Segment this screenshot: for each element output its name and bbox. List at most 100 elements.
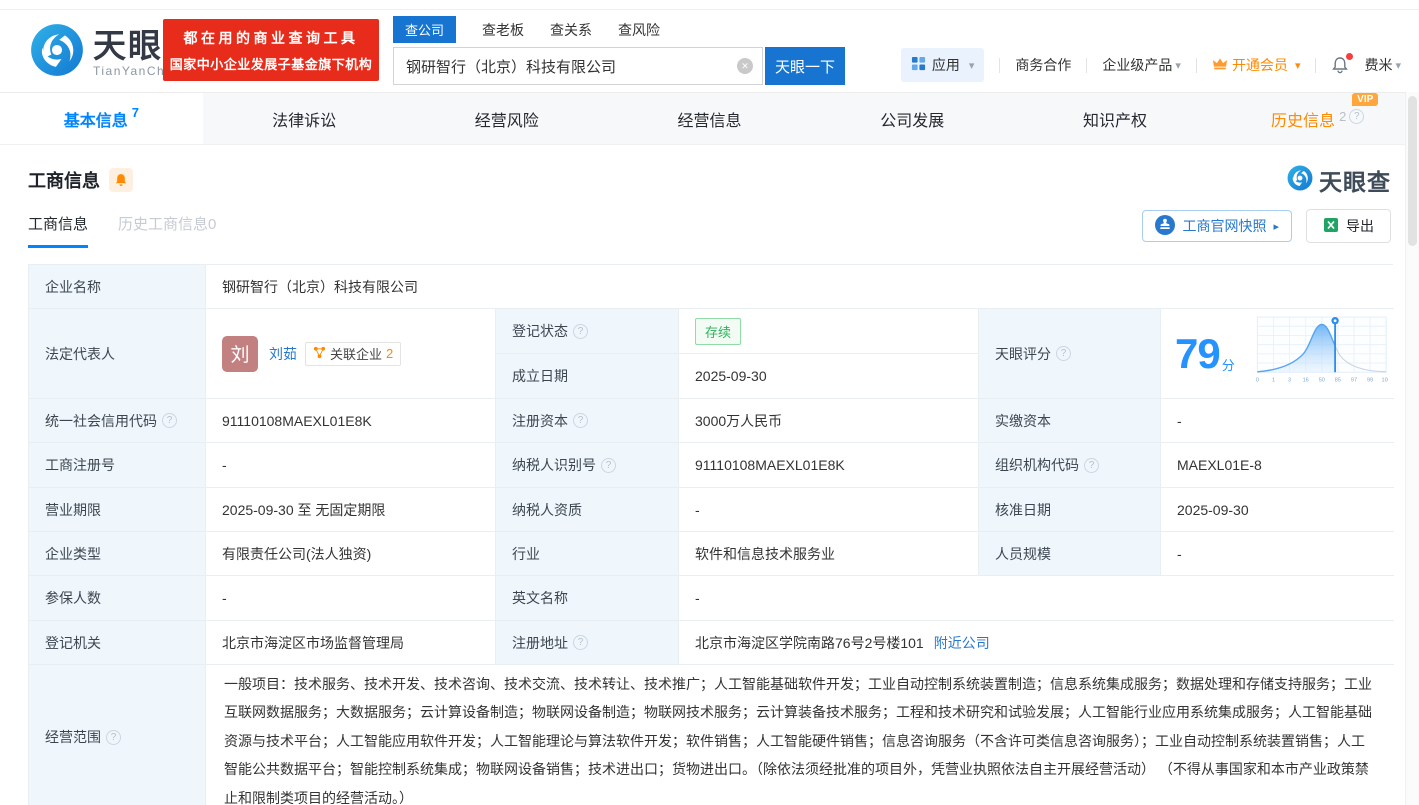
subtab-business-info[interactable]: 工商信息 [28, 213, 88, 248]
main-content: 工商信息 天眼查 [0, 163, 1419, 805]
apps-grid-icon [911, 56, 926, 74]
window-top-divider [0, 0, 1419, 10]
notification-bell-icon[interactable] [1331, 56, 1349, 74]
search-tab-risk[interactable]: 查风险 [618, 20, 660, 40]
subtab-history-business-info[interactable]: 历史工商信息0 [118, 213, 216, 248]
tab-operating-info[interactable]: 经营信息 [608, 93, 811, 144]
insured-value: - [206, 576, 496, 621]
nav-cooperation[interactable]: 商务合作 [1015, 55, 1071, 75]
watermark-text: 天眼查 [1319, 163, 1391, 197]
search-tab-relation[interactable]: 查关系 [550, 20, 592, 40]
company-section-tabs: 基本信息 7 法律诉讼 经营风险 经营信息 公司发展 知识产权 历史信息 2 V… [0, 92, 1419, 145]
export-label: 导出 [1346, 216, 1374, 236]
tab-count: 7 [132, 105, 139, 120]
search-input[interactable] [393, 47, 763, 85]
score-cell[interactable]: 79 分 [1161, 309, 1394, 399]
subscribe-bell-icon[interactable] [109, 168, 133, 192]
help-icon[interactable] [1349, 109, 1364, 124]
tab-basic-info[interactable]: 基本信息 7 [0, 93, 203, 144]
related-companies-badge[interactable]: 关联企业 2 [305, 342, 401, 366]
tianyancha-watermark: 天眼查 [1287, 163, 1391, 197]
tab-intellectual-property[interactable]: 知识产权 [1014, 93, 1217, 144]
legal-rep-cell: 刘 刘茹 关联企业 2 [206, 309, 496, 399]
help-icon[interactable] [601, 458, 616, 473]
divider [999, 58, 1000, 73]
clear-search-icon[interactable] [737, 58, 753, 74]
help-icon[interactable] [573, 324, 588, 339]
nav-enterprise[interactable]: 企业级产品 [1102, 55, 1181, 75]
tab-legal-proceedings[interactable]: 法律诉讼 [203, 93, 406, 144]
svg-text:99: 99 [1367, 377, 1373, 383]
help-icon[interactable] [573, 635, 588, 650]
help-icon[interactable] [106, 730, 121, 745]
help-icon[interactable] [1056, 346, 1071, 361]
org-code-label: 组织机构代码 [979, 443, 1161, 488]
help-icon[interactable] [573, 413, 588, 428]
credit-code-value: 91110108MAEXL01E8K [206, 399, 496, 443]
taxpayer-quality-label: 纳税人资质 [496, 488, 679, 532]
score-value: 79 [1175, 333, 1220, 375]
nav-enterprise-label: 企业级产品 [1102, 55, 1172, 75]
tab-operating-risk[interactable]: 经营风险 [405, 93, 608, 144]
svg-text:3: 3 [1288, 377, 1291, 383]
header-nav: 应用 商务合作 企业级产品 开通会员 费米 [901, 48, 1401, 82]
tab-company-development[interactable]: 公司发展 [811, 93, 1014, 144]
registry-label: 登记机关 [29, 621, 206, 665]
reg-number-label: 工商注册号 [29, 443, 206, 488]
scrollbar-thumb[interactable] [1408, 96, 1417, 246]
paid-capital-label: 实缴资本 [979, 399, 1161, 443]
official-snapshot-button[interactable]: 工商官网快照 ▸ [1142, 210, 1292, 242]
reg-capital-label: 注册资本 [496, 399, 679, 443]
tab-label: 经营风险 [475, 107, 539, 131]
divider [1196, 58, 1197, 73]
export-button[interactable]: 导出 [1306, 209, 1391, 243]
slogan-line2: 国家中小企业发展子基金旗下机构 [170, 54, 373, 73]
slogan-line1: 都在用的商业查询工具 [184, 28, 359, 48]
snapshot-label: 工商官网快照 [1182, 216, 1266, 236]
staff-size-label: 人员规模 [979, 532, 1161, 576]
org-chart-icon [313, 346, 326, 362]
nav-user-menu[interactable]: 费米 [1364, 55, 1401, 75]
approval-date-label: 核准日期 [979, 488, 1161, 532]
tab-label: 基本信息 [64, 107, 128, 131]
scope-value: 一般项目：技术服务、技术开发、技术咨询、技术交流、技术转让、技术推广；人工智能基… [206, 665, 1394, 805]
scope-label: 经营范围 [29, 665, 206, 805]
nav-open-vip-label: 开通会员 [1232, 55, 1288, 75]
industry-label: 行业 [496, 532, 679, 576]
status-badge: 存续 [695, 318, 741, 345]
search-tab-boss[interactable]: 查老板 [482, 20, 524, 40]
address-label: 注册地址 [496, 621, 679, 665]
business-term-value: 2025-09-30 至 无固定期限 [206, 488, 496, 532]
company-name-label: 企业名称 [29, 265, 206, 309]
svg-text:0: 0 [1256, 377, 1259, 383]
legal-rep-avatar[interactable]: 刘 [222, 336, 258, 372]
paid-capital-value: - [1161, 399, 1394, 443]
reg-capital-value: 3000万人民币 [679, 399, 979, 443]
est-date-label: 成立日期 [496, 354, 679, 399]
help-icon[interactable] [162, 413, 177, 428]
search-type-tabs: 查公司 查老板 查关系 查风险 [393, 17, 845, 42]
address-cell: 北京市海淀区学院南路76号2号楼101 附近公司 [679, 621, 1394, 665]
tab-label: 经营信息 [678, 107, 742, 131]
score-label: 天眼评分 [979, 309, 1161, 399]
credit-code-label: 统一社会信用代码 [29, 399, 206, 443]
company-name-value: 钢研智行（北京）科技有限公司 [206, 265, 1394, 309]
nearby-companies-link[interactable]: 附近公司 [934, 633, 990, 653]
reg-number-value: - [206, 443, 496, 488]
help-icon[interactable] [1084, 458, 1099, 473]
tab-history-info[interactable]: 历史信息 2 VIP [1216, 93, 1419, 144]
taxpayer-id-value: 91110108MAEXL01E8K [679, 443, 979, 488]
nav-apps[interactable]: 应用 [901, 48, 985, 82]
search-button[interactable]: 天眼一下 [765, 47, 845, 85]
scrollbar[interactable] [1405, 92, 1419, 805]
search-tab-company[interactable]: 查公司 [393, 16, 456, 43]
svg-text:50: 50 [1319, 377, 1325, 383]
nav-open-vip[interactable]: 开通会员 [1212, 55, 1301, 75]
taxpayer-quality-value: - [679, 488, 979, 532]
staff-size-value: - [1161, 532, 1394, 576]
reg-status-cell: 存续 [679, 309, 979, 354]
legal-rep-name-link[interactable]: 刘茹 [269, 344, 297, 364]
registry-value: 北京市海淀区市场监督管理局 [206, 621, 496, 665]
tab-label: 知识产权 [1083, 107, 1147, 131]
business-info-table: 企业名称 钢研智行（北京）科技有限公司 法定代表人 刘 刘茹 关联企业 2 登记… [28, 264, 1393, 805]
